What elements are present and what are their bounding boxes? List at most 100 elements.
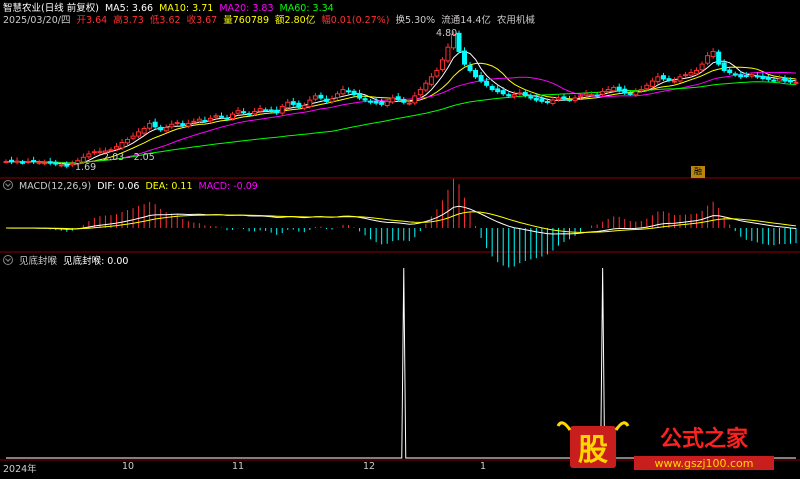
x-label-2024: 2024年: [3, 464, 37, 475]
indicator-header: 见底封喉 见底封喉: 0.00: [3, 255, 131, 268]
candle-body: [655, 76, 661, 83]
candle-body: [776, 78, 782, 82]
candle-body: [544, 101, 550, 104]
candle-body: [439, 59, 445, 71]
candle-body: [373, 100, 379, 104]
candle-body: [301, 105, 307, 109]
candle-body: [533, 97, 539, 101]
candle-body: [218, 115, 224, 118]
candle-body: [152, 121, 158, 128]
candle-body: [743, 75, 749, 78]
candle-body: [787, 79, 793, 83]
candle-body: [202, 119, 208, 122]
candle-body: [633, 91, 639, 96]
candle-body: [25, 161, 31, 164]
candle-body: [91, 151, 97, 154]
candle-body: [357, 92, 363, 99]
candle-body: [241, 111, 247, 114]
candle-body: [312, 95, 318, 100]
candle-body: [721, 62, 727, 71]
candle-body: [31, 160, 37, 163]
candle-body: [467, 64, 473, 71]
ma5-label: MA5: 3.66: [104, 3, 154, 14]
candle-body: [462, 50, 468, 65]
candle-body: [517, 92, 523, 95]
candle-body: [64, 164, 70, 167]
indicator-title: 见底封喉: [19, 256, 58, 267]
candle-body: [406, 102, 412, 105]
candle-body: [3, 161, 9, 164]
indicator-value: 见底封喉: 0.00: [63, 256, 129, 267]
candle-body: [42, 162, 48, 165]
candle-body: [539, 98, 545, 102]
info-bar: 2025/03/20/四 开3.64 高3.73 低3.62 收3.67 量76…: [3, 14, 538, 27]
candle-body: [252, 111, 258, 115]
info-change: 幅0.01(0.27%): [321, 15, 390, 26]
candle-body: [732, 73, 738, 76]
ma20-label: MA20: 3.83: [219, 3, 274, 14]
collapse-icon[interactable]: [3, 180, 13, 190]
candle-body: [649, 80, 655, 87]
stock-name: 智慧农业(日线 前复权): [3, 3, 99, 14]
info-low: 低3.62: [149, 15, 181, 26]
candle-body: [644, 84, 650, 90]
candle-body: [699, 63, 705, 71]
candle-body: [141, 127, 147, 134]
candle-body: [196, 118, 202, 122]
candle-body: [771, 79, 777, 82]
candle-body: [765, 76, 771, 80]
candle-body: [362, 98, 368, 101]
candle-body: [600, 91, 606, 95]
candle-body: [318, 94, 324, 99]
candle-body: [473, 69, 479, 78]
candle-body: [555, 97, 561, 101]
candle-body: [169, 123, 175, 128]
candle-body: [716, 51, 722, 65]
candle-body: [334, 93, 340, 99]
candle-body: [213, 115, 219, 118]
candle-body: [14, 160, 20, 163]
x-label-11: 11: [232, 461, 245, 472]
candle-body: [428, 76, 434, 85]
candle-body: [660, 75, 666, 80]
candle-body: [478, 75, 484, 82]
candle-body: [561, 96, 567, 100]
candle-body: [268, 109, 274, 113]
macd-header: MACD(12,26,9) DIF: 0.06 DEA: 0.11 MACD: …: [3, 180, 261, 193]
candle-body: [185, 122, 191, 127]
candle-body: [230, 113, 236, 119]
info-date: 2025/03/20/四: [3, 15, 71, 26]
candle-body: [207, 117, 213, 122]
info-open: 开3.64: [76, 15, 108, 26]
ma60-line: [5, 81, 797, 164]
candle-body: [296, 102, 302, 108]
candle-body: [627, 92, 633, 95]
candle-body: [180, 123, 186, 127]
candle-body: [793, 81, 799, 84]
info-float: 流通14.4亿: [441, 15, 491, 26]
candle-body: [754, 75, 760, 78]
candle-body: [235, 110, 241, 114]
candle-body: [224, 117, 230, 120]
info-high: 高3.73: [113, 15, 144, 26]
candle-body: [583, 93, 589, 96]
collapse-icon[interactable]: [3, 255, 13, 265]
candle-body: [417, 89, 423, 96]
candle-body: [710, 50, 716, 58]
candle-body: [522, 91, 528, 96]
candle-body: [346, 90, 352, 93]
candle-body: [36, 161, 42, 164]
ma60-label: MA60: 3.34: [279, 3, 334, 14]
candle-body: [594, 94, 600, 97]
candle-body: [379, 101, 385, 105]
stock-chart[interactable]: [0, 0, 800, 476]
watermark-url: www.gszj100.com: [654, 457, 753, 470]
candle-body: [572, 97, 578, 102]
candle-body: [279, 105, 285, 114]
candle-body: [688, 72, 694, 76]
candle-body: [191, 120, 197, 123]
candle-body: [158, 126, 164, 131]
candle-body: [113, 146, 119, 150]
candle-body: [351, 90, 357, 96]
candle-body: [257, 108, 263, 112]
